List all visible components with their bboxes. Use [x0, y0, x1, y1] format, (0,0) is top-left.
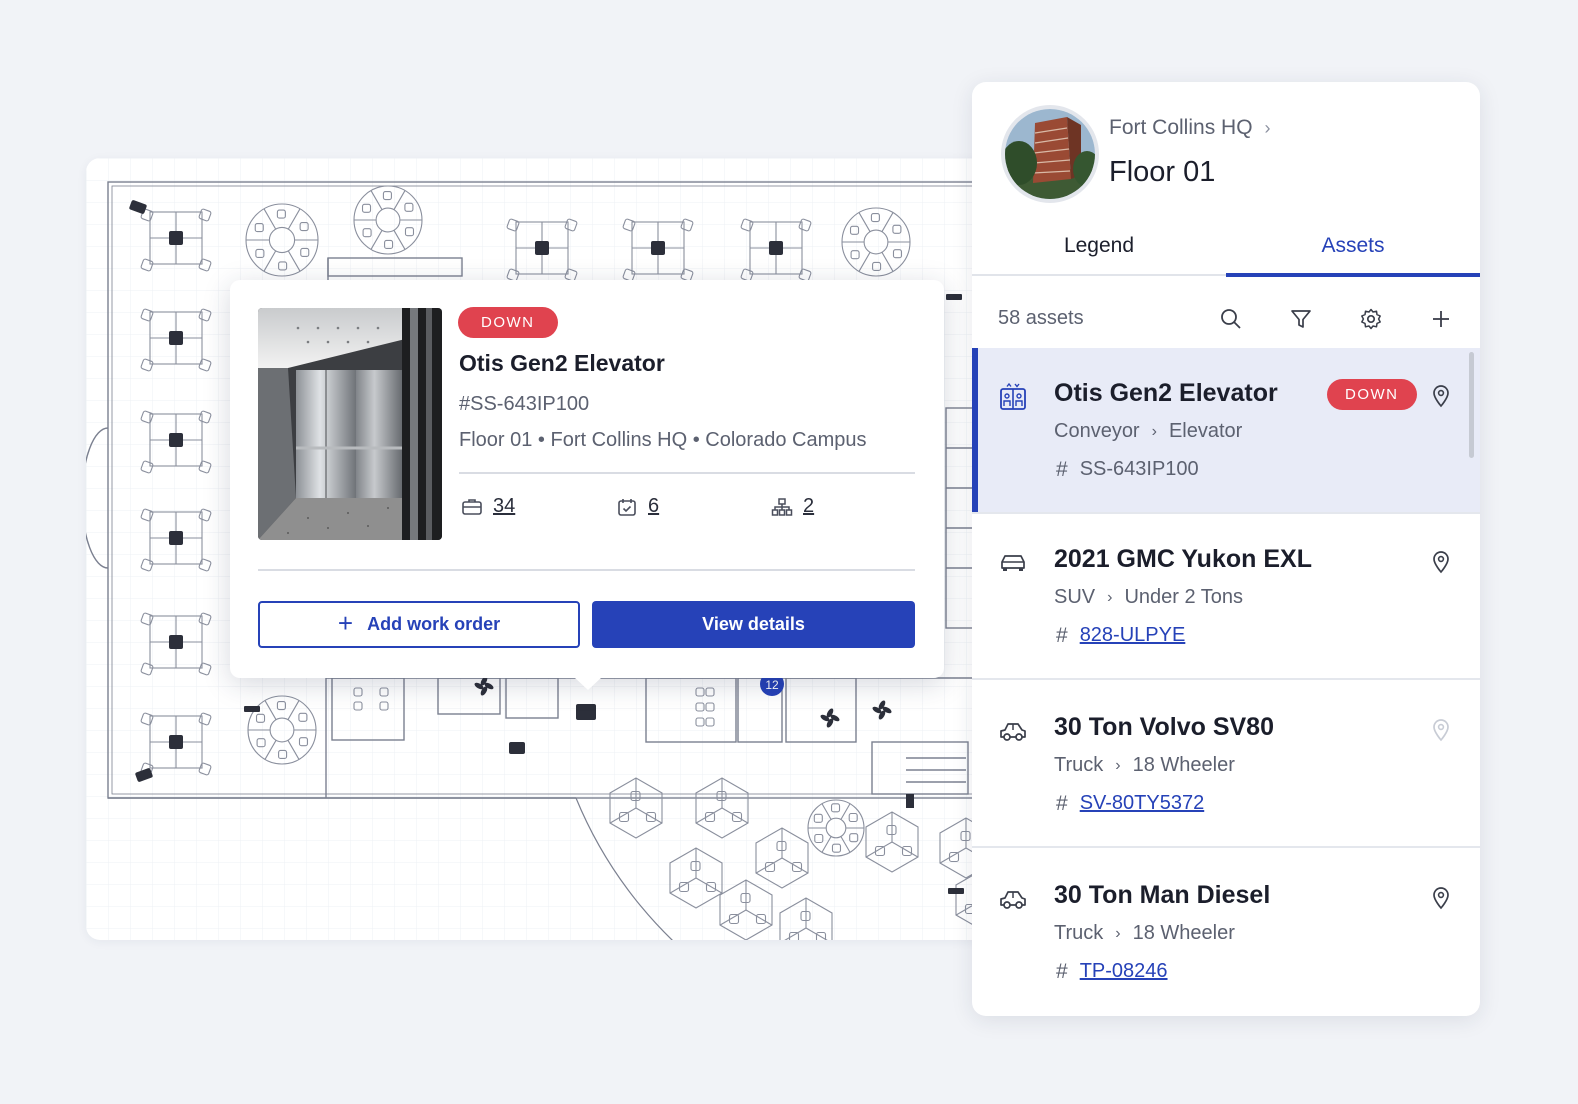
add-work-order-button[interactable]: + Add work order [258, 601, 580, 648]
gear-icon[interactable] [1359, 307, 1383, 331]
breadcrumb-site[interactable]: Fort Collins HQ [1109, 116, 1253, 140]
elevator-photo [258, 308, 442, 540]
breadcrumb[interactable]: Fort Collins HQ › [1109, 116, 1271, 140]
chevron-right-icon: › [1264, 117, 1271, 138]
truck-icon [1000, 891, 1026, 909]
location-pin-icon[interactable] [1430, 886, 1452, 910]
asset-count: 58 assets [998, 307, 1084, 329]
hash-icon: # [1056, 960, 1068, 983]
active-tab-indicator [1226, 273, 1480, 277]
asset-subcategory: Under 2 Tons [1124, 586, 1244, 608]
work-orders-stat[interactable]: 34 [461, 495, 515, 518]
asset-subcategory: Elevator [1168, 420, 1243, 442]
elevator-icon [1000, 382, 1026, 410]
asset-list-item[interactable]: Otis Gen2 Elevator DOWN Conveyor › Eleva… [972, 348, 1480, 514]
chevron-right-icon: › [1115, 756, 1121, 774]
popup-location: Floor 01 • Fort Collins HQ • Colorado Ca… [459, 429, 867, 451]
asset-subcategory: 18 Wheeler [1132, 754, 1235, 776]
popup-asset-id: #SS-643IP100 [459, 393, 590, 415]
asset-list-item[interactable]: 30 Ton Volvo SV80 Truck › 18 Wheeler # S… [972, 682, 1480, 848]
asset-popup: DOWN Otis Gen2 Elevator #SS-643IP100 Flo… [230, 280, 944, 690]
hierarchy-stat[interactable]: 2 [771, 495, 814, 518]
tab-legend[interactable]: Legend [972, 234, 1226, 258]
asset-name: 30 Ton Volvo SV80 [1054, 713, 1274, 741]
asset-code-row: # SV-80TY5372 [1056, 792, 1204, 816]
asset-code-row: # 828-ULPYE [1056, 624, 1185, 648]
plus-icon[interactable] [1429, 307, 1453, 331]
asset-name: Otis Gen2 Elevator [1054, 379, 1278, 407]
asset-code-link[interactable]: TP-08246 [1080, 960, 1168, 984]
chevron-right-icon: › [1115, 924, 1121, 942]
car-icon [1001, 555, 1025, 571]
location-pin-icon[interactable] [1430, 384, 1452, 408]
briefcase-icon [462, 498, 482, 515]
hierarchy-count[interactable]: 2 [803, 495, 814, 518]
asset-code-link[interactable]: SV-80TY5372 [1080, 792, 1205, 816]
status-badge: DOWN [1327, 379, 1417, 410]
work-orders-count[interactable]: 34 [493, 495, 515, 518]
asset-category: Conveyor [1054, 420, 1140, 442]
tab-bar: Legend Assets [972, 232, 1480, 277]
asset-list-item[interactable]: 30 Ton Man Diesel Truck › 18 Wheeler # T… [972, 850, 1480, 1016]
chevron-right-icon: › [1151, 422, 1157, 440]
asset-category-path: Truck › 18 Wheeler [1054, 922, 1235, 945]
asset-code: SS-643IP100 [1079, 458, 1199, 480]
asset-name: 30 Ton Man Diesel [1054, 881, 1271, 909]
asset-category: Truck [1054, 922, 1104, 944]
plus-icon: + [337, 608, 354, 638]
view-details-button[interactable]: View details [592, 601, 915, 648]
asset-category: SUV [1054, 586, 1096, 608]
location-pin-icon[interactable] [1430, 718, 1452, 742]
tab-assets[interactable]: Assets [1226, 234, 1480, 258]
popup-title: Otis Gen2 Elevator [459, 350, 665, 376]
asset-code-row: # SS-643IP100 [1056, 458, 1199, 482]
hash-icon: # [1056, 458, 1068, 481]
asset-subcategory: 18 Wheeler [1132, 922, 1235, 944]
status-badge: DOWN [458, 307, 558, 338]
side-panel: Fort Collins HQ › Floor 01 Legend Assets… [972, 82, 1480, 1016]
page-title: Floor 01 [1109, 156, 1216, 188]
calendar-check-icon [618, 498, 636, 516]
asset-toolbar: 58 assets [972, 297, 1480, 345]
search-icon[interactable] [1219, 307, 1243, 331]
asset-category-path: SUV › Under 2 Tons [1054, 586, 1243, 609]
filter-icon[interactable] [1289, 307, 1313, 331]
building-avatar [1001, 105, 1099, 203]
map-badge-count: 12 [765, 678, 779, 692]
asset-name: 2021 GMC Yukon EXL [1054, 545, 1312, 573]
hash-icon: # [1056, 792, 1068, 815]
hash-icon: # [1056, 624, 1068, 647]
scheduled-count[interactable]: 6 [648, 495, 659, 518]
add-work-order-label: Add work order [367, 614, 501, 634]
truck-icon [1000, 723, 1026, 741]
asset-category-path: Truck › 18 Wheeler [1054, 754, 1235, 777]
asset-category: Truck [1054, 754, 1104, 776]
divider [258, 569, 915, 571]
asset-list-item[interactable]: 2021 GMC Yukon EXL SUV › Under 2 Tons # … [972, 514, 1480, 680]
asset-code-link[interactable]: 828-ULPYE [1080, 624, 1186, 648]
hierarchy-icon [771, 497, 793, 516]
scrollbar[interactable] [1469, 352, 1474, 458]
location-pin-icon[interactable] [1430, 550, 1452, 574]
chevron-right-icon: › [1107, 588, 1113, 606]
asset-category-path: Conveyor › Elevator [1054, 420, 1242, 443]
asset-code-row: # TP-08246 [1056, 960, 1168, 984]
scheduled-stat[interactable]: 6 [616, 495, 659, 518]
divider [459, 472, 915, 474]
